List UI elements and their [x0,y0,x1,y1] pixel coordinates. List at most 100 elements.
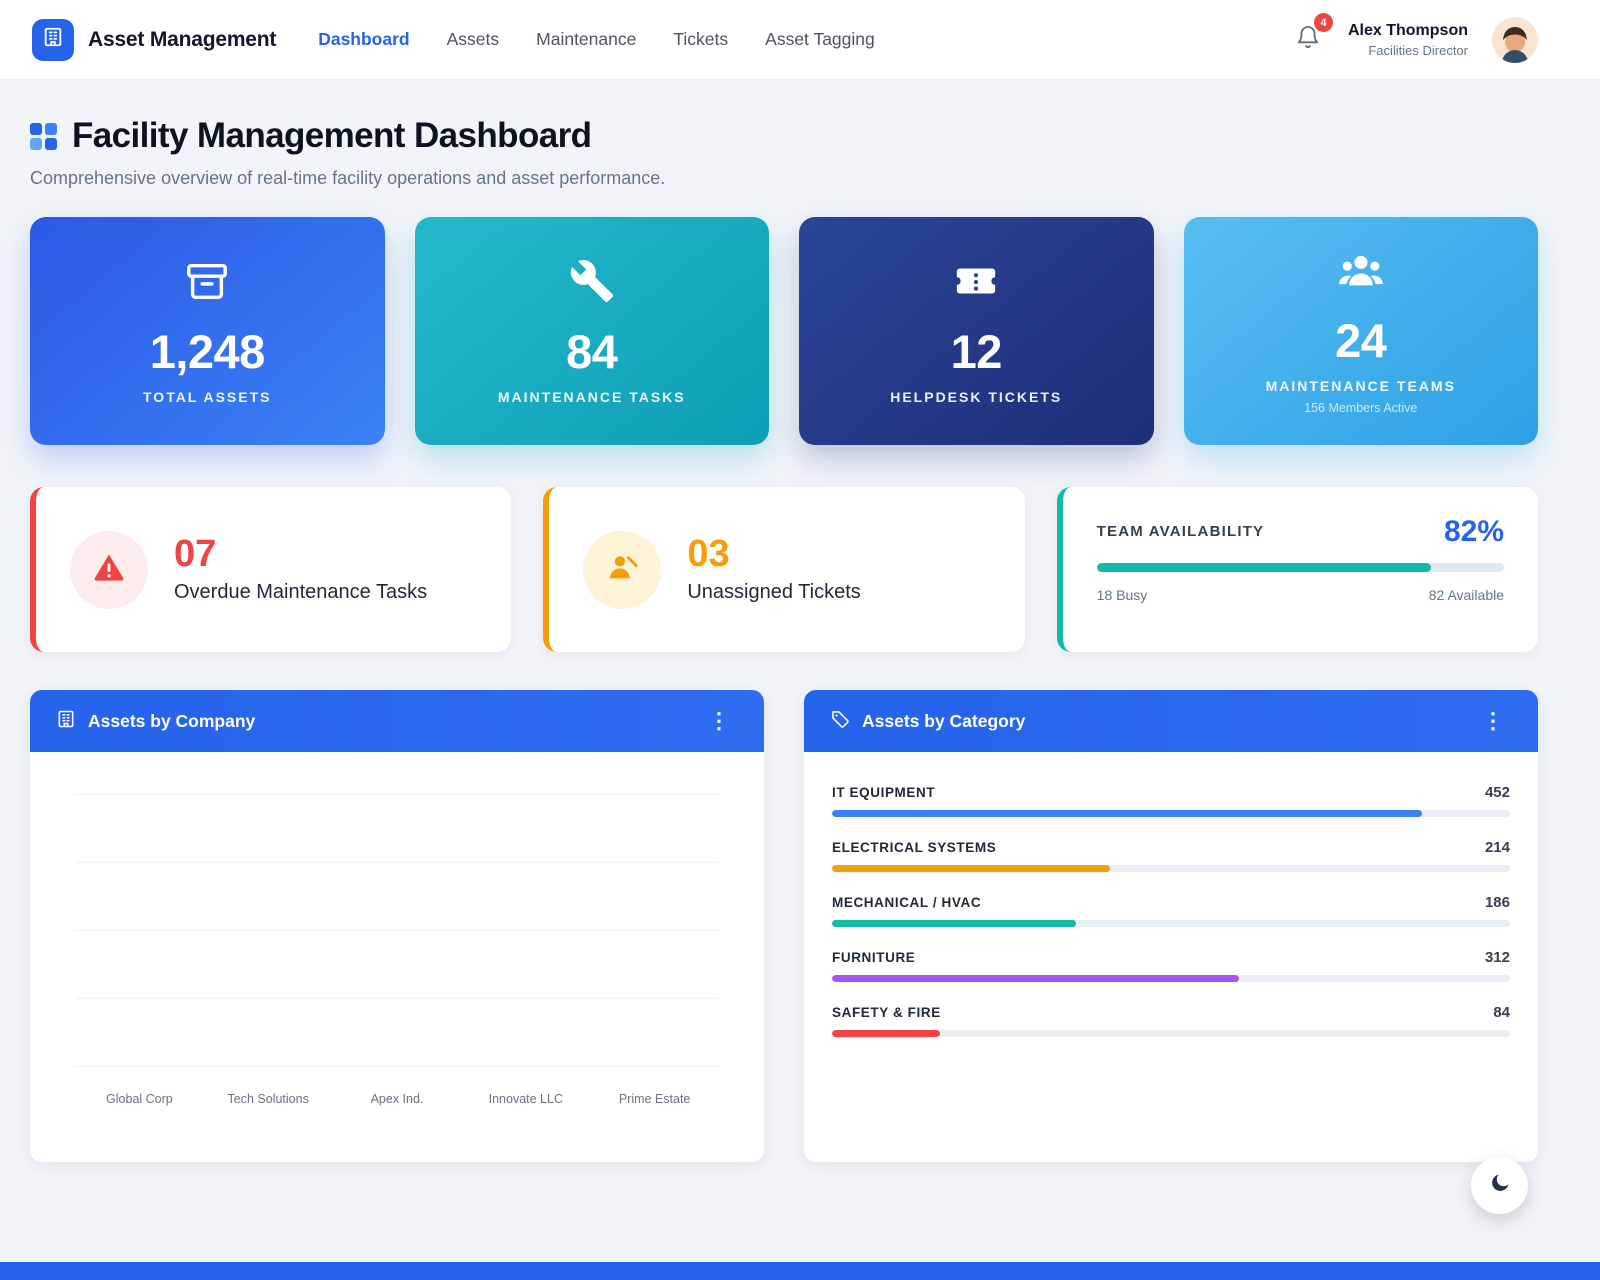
moon-icon [1488,1171,1512,1200]
kebab-menu-icon[interactable]: ⋮ [700,706,738,736]
footer-strip [0,1262,1600,1280]
unassigned-person-icon [605,550,639,589]
company-chart-area: Global Corp Tech Solutions Apex Ind. Inn… [30,752,764,1106]
user-info[interactable]: Alex Thompson Facilities Director [1348,22,1468,58]
category-row: MECHANICAL / HVAC 186 [832,894,1510,927]
x-label: Prime Estate [590,1092,719,1106]
category-label: FURNITURE [832,950,915,965]
unassigned-tickets-card: 03 Unassigned Tickets [543,487,1024,652]
availability-footer: 18 Busy 82 Available [1097,587,1504,603]
unassigned-icon-circle [583,531,661,609]
alert-cards-row: 07 Overdue Maintenance Tasks 03 Unassign… [30,487,1538,652]
unassigned-label: Unassigned Tickets [687,581,860,604]
availability-progress-fill [1097,563,1431,572]
x-label: Apex Ind. [333,1092,462,1106]
top-navbar: Asset Management Dashboard Assets Mainte… [0,0,1600,80]
category-bar-track [832,975,1510,982]
stat-label: MAINTENANCE TEAMS [1266,378,1456,394]
category-row: FURNITURE 312 [832,949,1510,982]
x-label: Innovate LLC [461,1092,590,1106]
overdue-label: Overdue Maintenance Tasks [174,581,427,604]
category-value: 312 [1485,949,1510,966]
nav-dashboard[interactable]: Dashboard [318,29,409,50]
stat-card-maintenance-tasks: 84 MAINTENANCE TASKS [415,217,770,445]
page-header: Facility Management Dashboard [30,116,1538,156]
navbar-right: 4 Alex Thompson Facilities Director [1292,17,1538,63]
unassigned-count: 03 [687,535,860,573]
dashboard-grid-icon [30,123,57,150]
availability-progress-track [1097,563,1504,572]
category-bar-fill [832,865,1110,872]
assets-by-category-panel: Assets by Category ⋮ IT EQUIPMENT 452 EL… [804,690,1538,1162]
tag-icon [830,709,850,734]
category-row: ELECTRICAL SYSTEMS 214 [832,839,1510,872]
building-icon [56,709,76,734]
team-availability-card: TEAM AVAILABILITY 82% 18 Busy 82 Availab… [1057,487,1538,652]
category-chart-area: IT EQUIPMENT 452 ELECTRICAL SYSTEMS 214 [804,752,1538,1037]
availability-percent: 82% [1444,515,1504,549]
brand[interactable]: Asset Management [32,19,276,61]
dark-mode-toggle[interactable] [1471,1157,1528,1214]
brand-name: Asset Management [88,28,276,52]
company-x-axis-labels: Global Corp Tech Solutions Apex Ind. Inn… [75,1092,719,1106]
kebab-menu-icon[interactable]: ⋮ [1474,706,1512,736]
category-value: 452 [1485,784,1510,801]
stat-value: 1,248 [150,324,265,379]
charts-row: Assets by Company ⋮ Global Corp Tech Sol… [30,690,1538,1162]
stat-value: 12 [951,324,1002,379]
page-title: Facility Management Dashboard [72,116,591,156]
stat-card-helpdesk-tickets: 12 HELPDESK TICKETS [799,217,1154,445]
ticket-icon [953,258,999,309]
company-panel-title: Assets by Company [88,711,255,732]
stat-value: 84 [566,324,617,379]
category-bar-track [832,810,1510,817]
category-bar-track [832,920,1510,927]
x-label: Tech Solutions [204,1092,333,1106]
stat-label: HELPDESK TICKETS [890,389,1062,405]
nav-assets[interactable]: Assets [447,29,500,50]
user-role: Facilities Director [1348,43,1468,58]
stat-label: TOTAL ASSETS [143,389,272,405]
chart-gridlines [75,794,719,1067]
category-label: SAFETY & FIRE [832,1005,941,1020]
dashboard-page: Facility Management Dashboard Comprehens… [0,80,1600,1162]
availability-header: TEAM AVAILABILITY 82% [1097,515,1504,549]
category-row: SAFETY & FIRE 84 [832,1004,1510,1037]
category-bar-fill [832,810,1422,817]
warning-triangle-icon [92,550,126,589]
brand-logo [32,19,74,61]
category-value: 84 [1493,1004,1510,1021]
availability-label: TEAM AVAILABILITY [1097,523,1265,540]
nav-asset-tagging[interactable]: Asset Tagging [765,29,875,50]
x-label: Global Corp [75,1092,204,1106]
team-icon [1338,247,1384,298]
company-panel-header: Assets by Company ⋮ [30,690,764,752]
overdue-maintenance-card: 07 Overdue Maintenance Tasks [30,487,511,652]
category-bar-fill [832,920,1076,927]
category-panel-header: Assets by Category ⋮ [804,690,1538,752]
category-bar-track [832,865,1510,872]
user-name: Alex Thompson [1348,22,1468,40]
alert-text: 03 Unassigned Tickets [687,535,860,604]
avatar[interactable] [1492,17,1538,63]
category-row: IT EQUIPMENT 452 [832,784,1510,817]
category-label: IT EQUIPMENT [832,785,935,800]
archive-box-icon [184,258,230,309]
nav-maintenance[interactable]: Maintenance [536,29,636,50]
notifications-button[interactable]: 4 [1292,21,1324,58]
category-label: MECHANICAL / HVAC [832,895,981,910]
primary-nav: Dashboard Assets Maintenance Tickets Ass… [318,29,875,50]
building-icon [42,26,64,53]
alert-text: 07 Overdue Maintenance Tasks [174,535,427,604]
stat-card-total-assets: 1,248 TOTAL ASSETS [30,217,385,445]
stat-card-maintenance-teams: 24 MAINTENANCE TEAMS 156 Members Active [1184,217,1539,445]
nav-tickets[interactable]: Tickets [673,29,728,50]
category-bar-track [832,1030,1510,1037]
category-label: ELECTRICAL SYSTEMS [832,840,996,855]
wrench-icon [569,258,615,309]
category-bar-fill [832,975,1239,982]
assets-by-company-panel: Assets by Company ⋮ Global Corp Tech Sol… [30,690,764,1162]
stat-label: MAINTENANCE TASKS [498,389,686,405]
category-value: 214 [1485,839,1510,856]
bell-icon [1296,36,1320,53]
